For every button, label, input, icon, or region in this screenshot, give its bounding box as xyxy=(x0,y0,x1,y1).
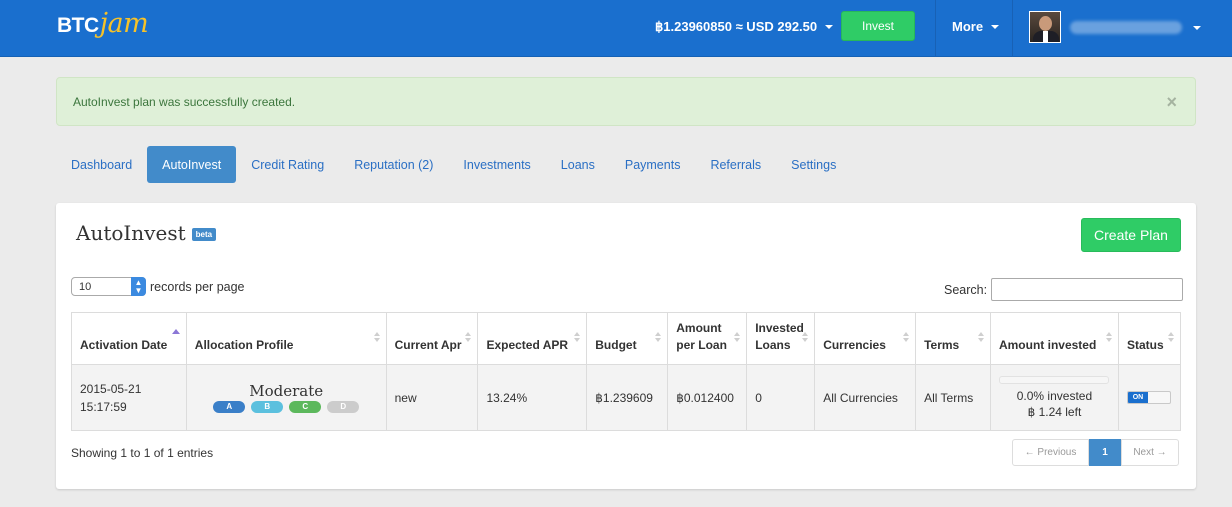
records-per-page-select[interactable]: 10 ▲ ▼ xyxy=(71,277,146,296)
avatar-face xyxy=(1039,16,1052,31)
grade-badge-c: C xyxy=(289,401,322,413)
alert-message: AutoInvest plan was successfully created… xyxy=(73,95,296,109)
more-label: More xyxy=(952,19,984,34)
grade-badge-a: A xyxy=(213,401,246,413)
page-title: AutoInvest beta xyxy=(76,221,217,245)
user-menu-caret-icon[interactable] xyxy=(1193,26,1201,30)
balance-text: ฿1.23960850 ≈ USD 292.50 xyxy=(655,19,818,34)
sort-icon xyxy=(802,332,809,342)
close-icon[interactable]: × xyxy=(1166,92,1177,113)
col-terms[interactable]: Terms xyxy=(915,312,991,365)
sort-icon xyxy=(903,332,910,342)
top-navbar: BTC jam ฿1.23960850 ≈ USD 292.50 Invest … xyxy=(0,0,1232,57)
col-amount-per-loan[interactable]: Amount per Loan xyxy=(667,312,748,365)
autoinvest-panel: AutoInvest beta Create Plan 10 ▲ ▼ record… xyxy=(56,203,1196,489)
records-per-page: 10 ▲ ▼ records per page xyxy=(71,277,245,296)
search-label: Search: xyxy=(944,282,988,297)
logo-jam: jam xyxy=(99,8,149,39)
cell-expected-apr: 13.24% xyxy=(477,364,588,431)
sort-icon xyxy=(373,332,380,342)
cell-activation-date: 2015-05-21 15:17:59 xyxy=(71,364,187,431)
col-expected-apr[interactable]: Expected APR xyxy=(477,312,588,365)
grade-badge-d: D xyxy=(327,401,360,413)
caret-down-icon xyxy=(825,25,834,29)
entries-info: Showing 1 to 1 of 1 entries xyxy=(71,446,214,460)
invested-progress-bar xyxy=(999,375,1110,384)
more-menu[interactable]: More xyxy=(952,19,1000,34)
table-header-row: Activation Date Allocation Profile Curre… xyxy=(71,312,1182,365)
avatar-shirt xyxy=(1043,31,1048,42)
col-current-apr[interactable]: Current Apr xyxy=(385,312,479,365)
invested-percent: 0.0% invested xyxy=(1016,388,1093,403)
status-toggle-on: ON xyxy=(1127,392,1148,403)
tab-payments[interactable]: Payments xyxy=(610,146,696,183)
col-allocation-profile[interactable]: Allocation Profile xyxy=(185,312,387,365)
select-arrows-icon: ▲ ▼ xyxy=(131,277,146,296)
tab-reputation[interactable]: Reputation (2) xyxy=(339,146,448,183)
caret-down-icon xyxy=(991,24,1000,29)
invest-button[interactable]: Invest xyxy=(841,11,915,41)
cell-status: ON xyxy=(1117,364,1182,431)
cell-currencies: All Currencies xyxy=(814,364,917,431)
activation-time: 15:17:59 xyxy=(80,399,127,414)
col-status[interactable]: Status xyxy=(1117,312,1182,365)
beta-badge: beta xyxy=(191,227,217,241)
tab-autoinvest[interactable]: AutoInvest xyxy=(147,146,237,183)
grade-badge-b: B xyxy=(251,401,284,413)
sort-icon xyxy=(977,332,984,342)
records-per-page-label: records per page xyxy=(150,279,245,294)
cell-current-apr: new xyxy=(385,364,479,431)
col-budget[interactable]: Budget xyxy=(586,312,669,365)
sort-icon xyxy=(574,332,581,342)
tab-dashboard[interactable]: Dashboard xyxy=(56,146,147,183)
search-input[interactable] xyxy=(991,278,1184,301)
sort-icon xyxy=(1168,332,1174,342)
account-tabs: Dashboard AutoInvest Credit Rating Reput… xyxy=(56,146,851,183)
create-plan-button[interactable]: Create Plan xyxy=(1081,218,1181,252)
sort-icon xyxy=(655,332,662,342)
cell-amount-invested: 0.0% invested ฿ 1.24 left xyxy=(989,364,1119,431)
page-title-text: AutoInvest xyxy=(76,221,186,245)
activation-date: 2015-05-21 xyxy=(80,381,142,396)
profile-name: Moderate xyxy=(249,382,324,400)
cell-terms: All Terms xyxy=(915,364,991,431)
logo-btc: BTC xyxy=(57,14,99,37)
avatar[interactable] xyxy=(1029,11,1061,43)
table-row: 2015-05-21 15:17:59 Moderate A B C D new… xyxy=(71,364,1182,431)
grade-badges: A B C D xyxy=(195,401,378,413)
nav-divider xyxy=(1012,0,1013,57)
tab-settings[interactable]: Settings xyxy=(776,146,851,183)
col-amount-invested[interactable]: Amount invested xyxy=(989,312,1119,365)
next-page-button[interactable]: Next → xyxy=(1121,439,1179,466)
tab-investments[interactable]: Investments xyxy=(448,146,545,183)
cell-allocation-profile: Moderate A B C D xyxy=(185,364,387,431)
search-box: Search: xyxy=(944,278,1184,301)
col-activation-date[interactable]: Activation Date xyxy=(71,312,187,365)
page-1-button[interactable]: 1 xyxy=(1089,439,1121,466)
sort-icon xyxy=(465,332,472,342)
pagination: ← Previous 1 Next → xyxy=(1012,439,1179,466)
sort-icon xyxy=(1105,332,1112,342)
records-per-page-value: 10 xyxy=(79,280,92,293)
previous-page-button[interactable]: ← Previous xyxy=(1012,439,1089,466)
col-invested-loans[interactable]: Invested Loans xyxy=(746,312,816,365)
status-toggle[interactable]: ON xyxy=(1126,391,1171,404)
tab-credit-rating[interactable]: Credit Rating xyxy=(236,146,339,183)
plans-table: Activation Date Allocation Profile Curre… xyxy=(71,312,1182,431)
sort-asc-icon xyxy=(171,329,180,334)
success-alert: AutoInvest plan was successfully created… xyxy=(56,77,1196,126)
user-email-blurred[interactable] xyxy=(1070,21,1182,34)
amount-left: ฿ 1.24 left xyxy=(1027,404,1082,419)
cell-budget: ฿1.239609 xyxy=(586,364,669,431)
tab-loans[interactable]: Loans xyxy=(546,146,610,183)
cell-amount-per-loan: ฿0.012400 xyxy=(667,364,748,431)
col-currencies[interactable]: Currencies xyxy=(814,312,917,365)
nav-divider xyxy=(935,0,936,57)
tab-referrals[interactable]: Referrals xyxy=(695,146,776,183)
balance-dropdown[interactable]: ฿1.23960850 ≈ USD 292.50 xyxy=(655,19,834,35)
sort-icon xyxy=(734,332,741,342)
cell-invested-loans: 0 xyxy=(746,364,816,431)
btcjam-logo[interactable]: BTC jam xyxy=(57,8,149,44)
